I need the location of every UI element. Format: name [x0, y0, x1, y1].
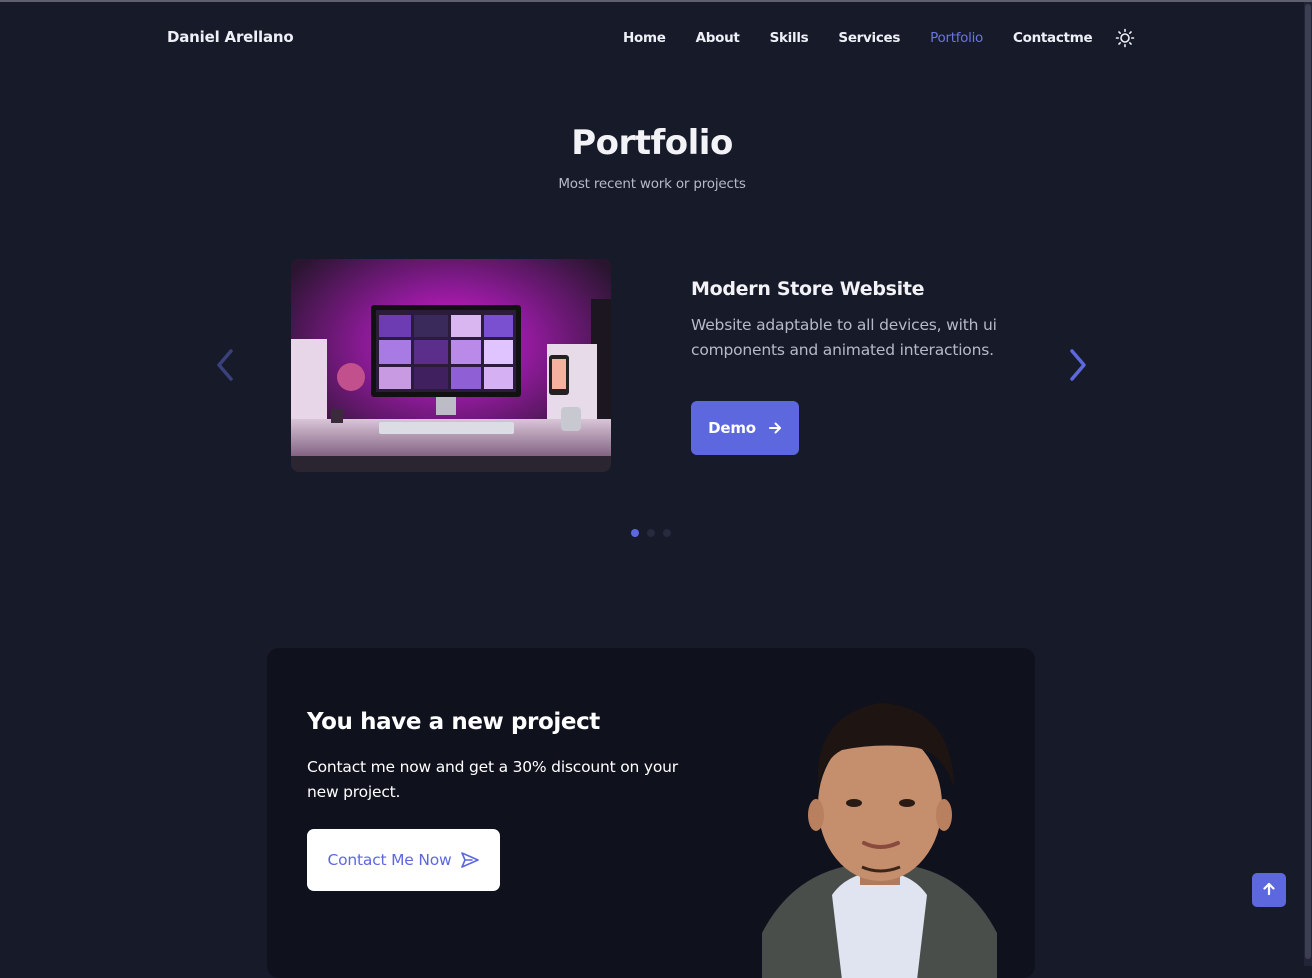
profile-photo	[762, 695, 997, 978]
main-nav: Home About Skills Services Portfolio Con…	[623, 28, 1122, 48]
chevron-right-icon[interactable]	[1066, 347, 1090, 383]
nav-link-services[interactable]: Services	[838, 30, 900, 46]
cta-title: You have a new project	[307, 709, 600, 735]
scroll-top-button[interactable]	[1252, 873, 1286, 907]
project-title: Modern Store Website	[691, 278, 925, 300]
slider-dot-1[interactable]	[631, 529, 639, 537]
chevron-left-icon[interactable]	[213, 347, 237, 383]
arrow-up-icon	[1262, 881, 1276, 900]
demo-button[interactable]: Demo	[691, 401, 799, 455]
scrollbar-thumb[interactable]	[1305, 4, 1311, 959]
arrow-right-icon	[768, 421, 782, 435]
contact-me-button[interactable]: Contact Me Now	[307, 829, 500, 891]
window-top-border	[0, 0, 1312, 2]
scrollbar-track[interactable]	[1304, 2, 1312, 966]
project-description: Website adaptable to all devices, with u…	[691, 316, 997, 359]
nav-link-contactme[interactable]: Contactme	[1013, 30, 1093, 46]
cta-card: You have a new project Contact me now an…	[267, 648, 1035, 978]
brand-name[interactable]: Daniel Arellano	[167, 28, 294, 46]
nav-link-about[interactable]: About	[696, 30, 740, 46]
send-icon	[460, 851, 480, 869]
sun-icon[interactable]	[1115, 28, 1135, 48]
nav-link-portfolio[interactable]: Portfolio	[930, 30, 983, 46]
project-image	[291, 259, 611, 472]
contact-me-button-label: Contact Me Now	[327, 851, 452, 869]
slider-pagination	[631, 529, 679, 537]
cta-text: Contact me now and get a 30% discount on…	[307, 758, 678, 801]
section-subtitle: Most recent work or projects	[558, 176, 746, 192]
section-title: Portfolio	[571, 123, 733, 163]
slider-dot-3[interactable]	[663, 529, 671, 537]
nav-link-home[interactable]: Home	[623, 30, 666, 46]
slider-dot-2[interactable]	[647, 529, 655, 537]
demo-button-label: Demo	[708, 419, 756, 437]
nav-link-skills[interactable]: Skills	[770, 30, 809, 46]
